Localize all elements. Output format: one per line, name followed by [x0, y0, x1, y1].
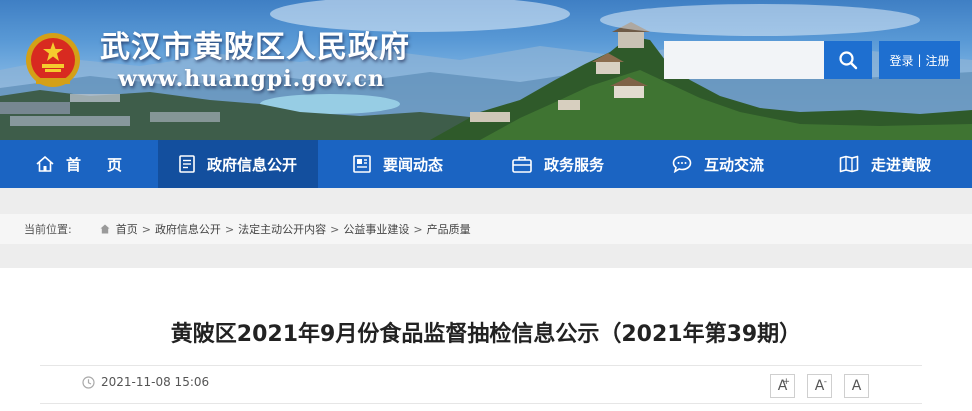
- document-list-icon: [179, 155, 195, 173]
- header-banner: 武汉市黄陂区人民政府 www.huangpi.gov.cn 登录 | 注册: [0, 0, 972, 140]
- article-meta: 2021-11-08 15:06: [82, 375, 209, 389]
- nav-label: 走进黄陂: [870, 155, 931, 174]
- site-title: 武汉市黄陂区人民政府: [100, 30, 410, 65]
- breadcrumb-item-home[interactable]: 首页: [116, 221, 138, 237]
- minus-mark: -: [823, 377, 827, 387]
- nav-label: 要闻动态: [382, 155, 443, 174]
- font-button-label: A: [851, 378, 862, 394]
- breadcrumb-label: 当前位置:: [24, 223, 72, 236]
- breadcrumb-separator: >: [141, 222, 151, 236]
- nav-item-interaction[interactable]: 互动交流: [638, 140, 798, 188]
- breadcrumb-separator: >: [224, 222, 235, 236]
- article-title: 黄陂区2021年9月份食品监督抽检信息公示（2021年第39期）: [170, 322, 802, 347]
- nav-item-services[interactable]: 政务服务: [478, 140, 638, 188]
- font-decrease-button[interactable]: A -: [807, 374, 832, 398]
- briefcase-icon: [512, 156, 532, 173]
- auth-separator: |: [917, 53, 922, 67]
- breadcrumb-item-public-welfare[interactable]: 公益事业建设: [343, 221, 409, 237]
- article-panel: 黄陂区2021年9月份食品监督抽检信息公示（2021年第39期） 2021-11…: [0, 268, 972, 411]
- nav-item-government-info[interactable]: 政府信息公开: [158, 140, 318, 188]
- login-link[interactable]: 登录: [889, 52, 913, 69]
- font-size-controls: A + A - A: [770, 374, 881, 398]
- nav-label: 首页: [65, 155, 148, 174]
- home-icon: [100, 224, 110, 234]
- search-icon: [839, 51, 858, 70]
- breadcrumb-item-statutory-disclosure[interactable]: 法定主动公开内容: [238, 221, 326, 237]
- site-url: www.huangpi.gov.cn: [118, 66, 385, 92]
- nav-item-news[interactable]: 要闻动态: [318, 140, 478, 188]
- publish-date: 2021-11-08 15:06: [101, 375, 210, 389]
- register-link[interactable]: 注册: [926, 52, 950, 69]
- national-emblem-logo: [26, 33, 80, 87]
- nav-item-about-huangpi[interactable]: 走进黄陂: [798, 140, 972, 188]
- breadcrumb-separator: >: [413, 222, 423, 236]
- map-book-icon: [839, 155, 859, 173]
- nav-label: 政务服务: [543, 155, 604, 174]
- font-reset-button[interactable]: A: [844, 374, 869, 398]
- clock-icon: [82, 375, 95, 389]
- nav-item-home[interactable]: 首页: [0, 140, 158, 188]
- search-input[interactable]: [664, 41, 824, 79]
- plus-mark: +: [782, 377, 790, 387]
- auth-links: 登录 | 注册: [879, 41, 960, 79]
- divider: [40, 403, 922, 404]
- divider: [40, 365, 922, 366]
- newspaper-icon: [353, 155, 371, 173]
- breadcrumb-separator: >: [330, 222, 340, 236]
- nav-label: 互动交流: [703, 155, 764, 174]
- chat-bubble-icon: [672, 155, 692, 173]
- main-nav: 首页 政府信息公开 要闻动态 政务服务 互动交流 走进黄陂: [0, 140, 972, 188]
- breadcrumb: 当前位置: 首页 > 政府信息公开 > 法定主动公开内容 > 公益事业建设 > …: [0, 214, 972, 244]
- breadcrumb-item-product-quality[interactable]: 产品质量: [427, 221, 471, 237]
- home-icon: [36, 156, 54, 172]
- breadcrumb-item-government-info[interactable]: 政府信息公开: [155, 221, 221, 237]
- nav-label: 政府信息公开: [206, 155, 297, 174]
- search-button[interactable]: [824, 41, 872, 79]
- font-increase-button[interactable]: A +: [770, 374, 795, 398]
